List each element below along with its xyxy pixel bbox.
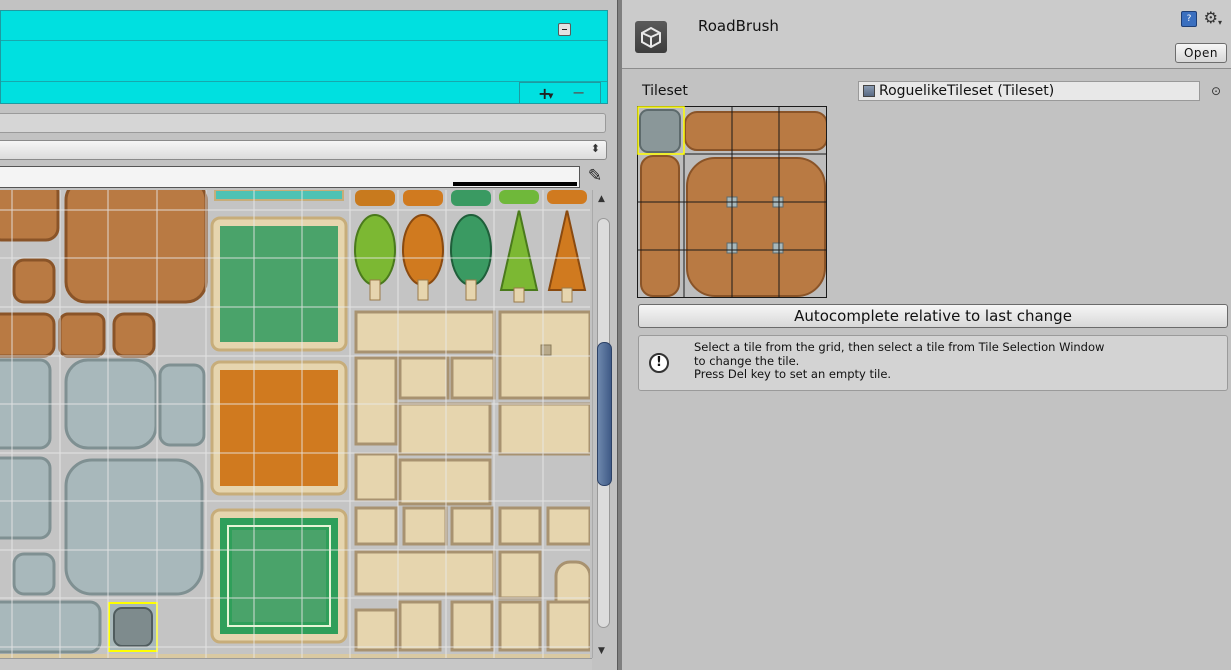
asset-title: RoadBrush bbox=[698, 17, 779, 35]
tileset-label: Tileset bbox=[642, 83, 688, 99]
tileset-object-field[interactable]: RoguelikeTileset (Tileset) bbox=[858, 81, 1200, 101]
object-picker-icon[interactable]: ⊙ bbox=[1211, 84, 1221, 98]
tile-palette-view[interactable] bbox=[0, 190, 590, 670]
brush-tile-grid[interactable] bbox=[637, 106, 827, 298]
inspector-header: RoadBrush ? ⚙▾ Open bbox=[622, 0, 1231, 69]
help-book-icon[interactable]: ? bbox=[1181, 11, 1197, 27]
unity-icon bbox=[635, 21, 667, 53]
help-box: ! Select a tile from the grid, then sele… bbox=[638, 335, 1228, 391]
list-footer: + ▼ − bbox=[519, 82, 601, 104]
open-button[interactable]: Open bbox=[1175, 43, 1227, 63]
help-line: Press Del key to set an empty tile. bbox=[694, 367, 892, 381]
help-line: Select a tile from the grid, then select… bbox=[694, 340, 1105, 354]
remove-item-button[interactable]: − bbox=[572, 83, 585, 102]
autocomplete-button[interactable]: Autocomplete relative to last change bbox=[638, 304, 1228, 328]
alpha-bar bbox=[453, 182, 577, 186]
add-item-button[interactable]: + ▼ bbox=[538, 84, 553, 103]
collapse-button[interactable] bbox=[558, 23, 571, 36]
scroll-thumb[interactable] bbox=[597, 342, 612, 486]
updown-arrow-icon: ⬍ bbox=[590, 142, 600, 155]
vertical-scrollbar[interactable]: ▲ ▼ bbox=[592, 190, 615, 658]
help-text: Select a tile from the grid, then select… bbox=[694, 340, 1105, 382]
tileset-asset-icon bbox=[863, 85, 875, 97]
list-body-divider bbox=[1, 81, 607, 82]
inspector-pane: RoadBrush ? ⚙▾ Open Tileset RoguelikeTil… bbox=[622, 0, 1231, 670]
list-header-divider bbox=[1, 40, 607, 41]
scroll-down-arrow-icon[interactable]: ▼ bbox=[598, 646, 605, 656]
color-field[interactable] bbox=[0, 166, 580, 188]
info-icon: ! bbox=[649, 353, 669, 373]
gear-icon[interactable]: ⚙▾ bbox=[1204, 8, 1222, 27]
tile-selection-pane: + ▼ − ⬍ ✎ ▲ ▼ bbox=[0, 0, 617, 670]
tileset-value: RoguelikeTileset (Tileset) bbox=[879, 83, 1055, 99]
reorderable-list: + ▼ − bbox=[0, 10, 608, 104]
scroll-up-arrow-icon[interactable]: ▲ bbox=[598, 194, 605, 204]
scroll-track[interactable] bbox=[597, 218, 612, 628]
dropdown-field[interactable]: ⬍ bbox=[0, 140, 607, 160]
text-field[interactable] bbox=[0, 113, 606, 133]
horizontal-scrollbar[interactable] bbox=[0, 658, 592, 670]
eyedropper-icon[interactable]: ✎ bbox=[584, 165, 606, 187]
help-line: to change the tile. bbox=[694, 353, 800, 368]
tile-palette-image bbox=[0, 190, 590, 670]
